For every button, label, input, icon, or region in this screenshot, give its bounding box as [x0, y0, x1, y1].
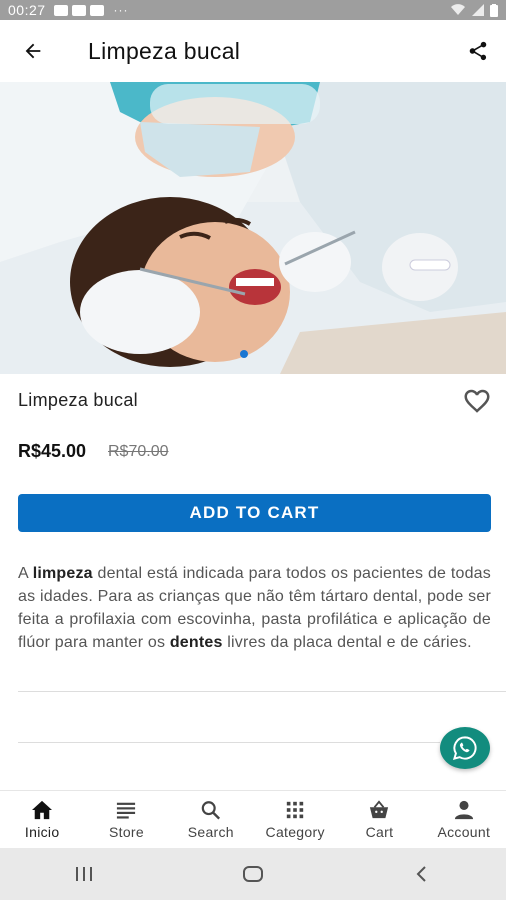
divider	[18, 691, 506, 692]
home-icon	[32, 800, 53, 820]
back-nav-icon[interactable]	[411, 865, 433, 883]
signal-icon	[472, 4, 484, 16]
nav-item-cart[interactable]: Cart	[337, 791, 421, 849]
whatsapp-chat-button[interactable]	[440, 727, 490, 769]
product-description: A limpeza dental está indicada para todo…	[18, 562, 491, 654]
home-button-icon[interactable]	[242, 865, 264, 883]
nav-label: Search	[187, 824, 234, 840]
back-button[interactable]	[0, 20, 66, 82]
arrow-left-icon	[25, 43, 41, 59]
description-bold-text: dentes	[169, 634, 223, 651]
whatsapp-icon	[452, 736, 477, 761]
status-time: 00:27	[8, 2, 46, 18]
page-title: Limpeza bucal	[88, 37, 241, 64]
status-bar: 00:27 ···	[0, 0, 506, 20]
nav-item-category[interactable]: Category	[253, 791, 337, 849]
share-button[interactable]	[450, 20, 506, 82]
nav-label: Category	[265, 824, 325, 840]
add-to-cart-button[interactable]: ADD TO CART	[18, 494, 491, 532]
product-image-carousel[interactable]	[0, 82, 506, 374]
store-list-icon	[117, 802, 136, 819]
nav-item-store[interactable]: Store	[84, 791, 168, 849]
nav-label: Account	[437, 824, 491, 840]
favorite-button[interactable]	[462, 386, 492, 416]
nav-label: Store	[109, 824, 144, 840]
nav-label: Cart	[365, 824, 394, 840]
product-name: Limpeza bucal	[18, 390, 138, 410]
notification-icons	[53, 4, 104, 16]
bottom-navigation: Inicio Store Search Category Cart Accoun…	[0, 790, 506, 849]
youtube-icon	[89, 4, 104, 16]
grid-icon	[286, 801, 304, 819]
description-text: livres da placa dental e de cáries.	[222, 634, 472, 651]
share-icon	[469, 41, 487, 61]
youtube-icon	[71, 4, 86, 16]
wifi-icon	[451, 4, 465, 16]
photos-icon	[53, 4, 68, 16]
nav-item-inicio[interactable]: Inicio	[0, 791, 84, 849]
person-icon	[454, 800, 473, 820]
description-text: A	[18, 565, 33, 582]
divider	[18, 742, 440, 743]
nav-item-search[interactable]: Search	[169, 791, 253, 849]
dental-cleaning-photo	[0, 82, 506, 374]
battery-icon	[490, 3, 498, 17]
heart-outline-icon	[464, 389, 490, 413]
nav-item-account[interactable]: Account	[422, 791, 506, 849]
system-navigation-bar	[0, 848, 506, 900]
basket-icon	[370, 800, 389, 819]
carousel-page-indicator	[240, 350, 248, 358]
product-price: R$45.00	[18, 441, 87, 461]
nav-label: Inicio	[24, 824, 60, 840]
system-status-icons	[450, 3, 498, 17]
search-icon	[201, 801, 220, 820]
product-old-price: R$70.00	[108, 443, 169, 460]
recent-apps-icon[interactable]	[73, 865, 95, 883]
app-bar: Limpeza bucal	[0, 20, 506, 82]
description-bold-text: limpeza	[32, 565, 93, 582]
more-notifications: ···	[113, 3, 129, 17]
